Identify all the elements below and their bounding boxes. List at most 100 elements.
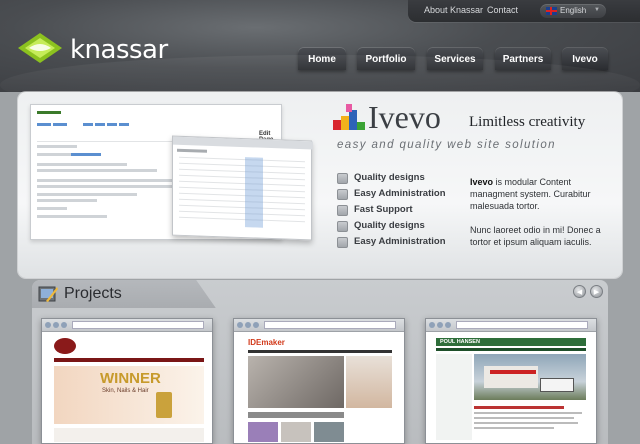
mini-row xyxy=(179,156,305,163)
hero-tagline: Limitless creativity xyxy=(469,114,586,130)
mini-line xyxy=(37,207,67,210)
browser-button-icon xyxy=(45,322,51,328)
building-stripe xyxy=(490,370,536,374)
checkbox-icon xyxy=(337,205,348,216)
mini-line xyxy=(37,193,137,196)
site-text-heading xyxy=(474,406,564,409)
feature-label: Quality designs xyxy=(354,220,425,231)
site-header: About Knassar Contact English ▼ knassar … xyxy=(0,0,640,92)
site-text-line xyxy=(474,417,574,419)
feature-item: Fast Support xyxy=(337,204,477,218)
language-label: English xyxy=(560,6,587,15)
checkbox-icon xyxy=(337,189,348,200)
hero-description: Ivevo is modular Content managment syste… xyxy=(470,176,610,212)
product-bottle xyxy=(156,392,172,418)
mini-row xyxy=(179,192,305,199)
truck-shape xyxy=(540,378,574,392)
site-logo xyxy=(54,338,76,354)
cms-screenshot-table xyxy=(172,135,313,241)
mini-row xyxy=(179,216,305,223)
mini-logo xyxy=(37,111,61,114)
contact-link[interactable]: Contact xyxy=(487,5,518,15)
browser-toolbar xyxy=(426,319,596,332)
mini-line xyxy=(37,145,77,148)
thumbnail-page: POUL HANSEN xyxy=(426,332,596,443)
nav-portfolio[interactable]: Portfolio xyxy=(357,48,415,70)
mini-row xyxy=(179,204,305,211)
site-thumb xyxy=(314,422,344,442)
thumbnail-page: WINNER Skin, Nails & Hair xyxy=(42,332,212,443)
browser-button-icon xyxy=(245,322,251,328)
brand-name[interactable]: knassar xyxy=(70,35,168,65)
description-bold: Ivevo xyxy=(470,177,494,187)
mini-column xyxy=(245,157,263,228)
site-thumb xyxy=(248,422,278,442)
browser-address-bar xyxy=(264,321,396,329)
mini-line xyxy=(37,185,177,188)
browser-button-icon xyxy=(53,322,59,328)
browser-address-bar xyxy=(456,321,588,329)
mini-row xyxy=(179,210,305,217)
site-text-line xyxy=(474,427,554,429)
hero-description-2: Nunc laoreet odio in mi! Donec a tortor … xyxy=(470,225,601,247)
mini-tab xyxy=(119,123,129,126)
hero-subtagline: easy and quality web site solution xyxy=(337,139,556,151)
site-nav xyxy=(436,348,586,351)
mini-line xyxy=(37,163,127,166)
checkbox-icon xyxy=(337,173,348,184)
feature-label: Easy Administration xyxy=(354,188,446,199)
mini-tab xyxy=(95,123,105,126)
knassar-logo-icon[interactable] xyxy=(17,32,63,64)
nav-home[interactable]: Home xyxy=(298,48,346,70)
projects-icon xyxy=(38,286,58,302)
project-thumbnail-1[interactable]: WINNER Skin, Nails & Hair xyxy=(41,318,213,444)
site-nav xyxy=(248,350,392,353)
mini-row xyxy=(179,198,305,205)
mini-tab xyxy=(83,123,93,126)
nav-ivevo[interactable]: Ivevo xyxy=(562,48,608,70)
mini-row xyxy=(179,174,305,181)
mini-line xyxy=(37,199,97,202)
language-selector[interactable]: English ▼ xyxy=(540,4,606,18)
site-logo: POUL HANSEN xyxy=(440,339,480,345)
site-side-image xyxy=(346,356,392,408)
feature-label: Quality designs xyxy=(354,172,425,183)
feature-label: Easy Administration xyxy=(354,236,446,247)
mini-row xyxy=(179,162,305,169)
browser-button-icon xyxy=(429,322,435,328)
site-logo: IDEmaker xyxy=(248,338,285,347)
site-thumb xyxy=(281,422,311,442)
checkbox-icon xyxy=(337,221,348,232)
feature-item: Easy Administration xyxy=(337,188,477,202)
uk-flag-icon xyxy=(546,7,557,15)
feature-item: Quality designs xyxy=(337,220,477,234)
about-link[interactable]: About Knassar xyxy=(424,5,483,15)
banner-sub: Skin, Nails & Hair xyxy=(102,388,149,394)
site-sidebar xyxy=(436,354,472,440)
next-arrow-icon[interactable]: ▶ xyxy=(590,285,603,298)
feature-item: Quality designs xyxy=(337,172,477,186)
site-text-line xyxy=(474,422,578,424)
mini-line xyxy=(37,179,187,182)
project-thumbnail-2[interactable]: IDEmaker xyxy=(233,318,405,444)
mini-tab xyxy=(37,123,51,126)
browser-address-bar xyxy=(72,321,204,329)
site-text-line xyxy=(474,412,582,414)
prev-arrow-icon[interactable]: ◀ xyxy=(573,285,586,298)
feature-item: Easy Administration xyxy=(337,236,477,250)
ivevo-logo-icon xyxy=(333,104,365,130)
project-thumbnail-3[interactable]: POUL HANSEN xyxy=(425,318,597,444)
site-columns xyxy=(54,428,204,442)
banner-headline: WINNER xyxy=(100,370,161,387)
chevron-down-icon: ▼ xyxy=(594,7,600,13)
browser-button-icon xyxy=(445,322,451,328)
browser-button-icon xyxy=(437,322,443,328)
browser-button-icon xyxy=(253,322,259,328)
ivevo-product-name: Ivevo xyxy=(368,99,441,135)
nav-services[interactable]: Services xyxy=(427,48,483,70)
nav-partners[interactable]: Partners xyxy=(495,48,551,70)
mini-row xyxy=(179,168,305,175)
site-nav xyxy=(54,358,204,362)
thumbnail-page: IDEmaker xyxy=(234,332,404,443)
mini-line xyxy=(177,148,207,153)
